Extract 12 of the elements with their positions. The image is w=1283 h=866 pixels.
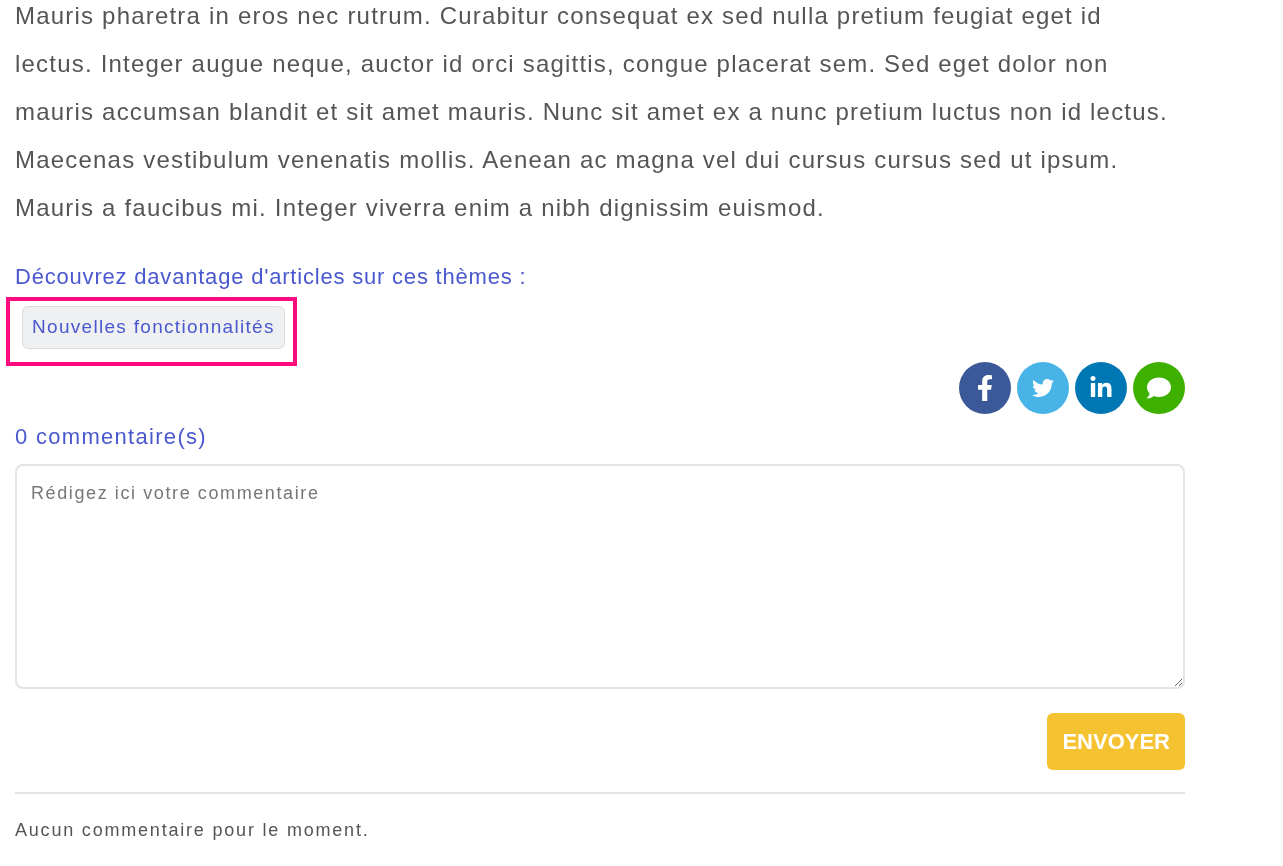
share-button[interactable] <box>1075 362 1127 414</box>
share-button[interactable] <box>959 362 1011 414</box>
comment-count: 0 commentaire(s) <box>15 423 207 451</box>
bird-icon <box>1030 377 1056 399</box>
topic-tag[interactable]: Nouvelles fonctionnalités <box>22 306 285 349</box>
topics-heading: Découvrez davantage d'articles sur ces thèmes : <box>15 263 527 291</box>
empty-comments-message: Aucun commentaire pour le moment. <box>15 819 370 842</box>
speech-bubble-icon <box>1146 376 1172 400</box>
comment-field[interactable]: Rédigez ici votre commentaire <box>15 464 1185 689</box>
share-button[interactable] <box>1133 362 1185 414</box>
linkedin-icon <box>1089 376 1113 400</box>
article-paragraph: Mauris pharetra in eros nec rutrum. Curabitur consequat ex sed nulla pretium feugiat eget id lectus. Integer augue neque, auctor id orci sagittis, congue placerat sem. Sed eget dolor non mauris accumsan blandit et sit amet mauris. Nunc sit amet ex a nunc pretium luctus non id lectus. Maecenas vestibulum venenatis mollis. Aenean ac magna vel dui cursus cursus sed ut ipsum. Mauris a faucibus mi. Integer viverra enim a nibh dignissim euismod. <box>15 1 1169 223</box>
